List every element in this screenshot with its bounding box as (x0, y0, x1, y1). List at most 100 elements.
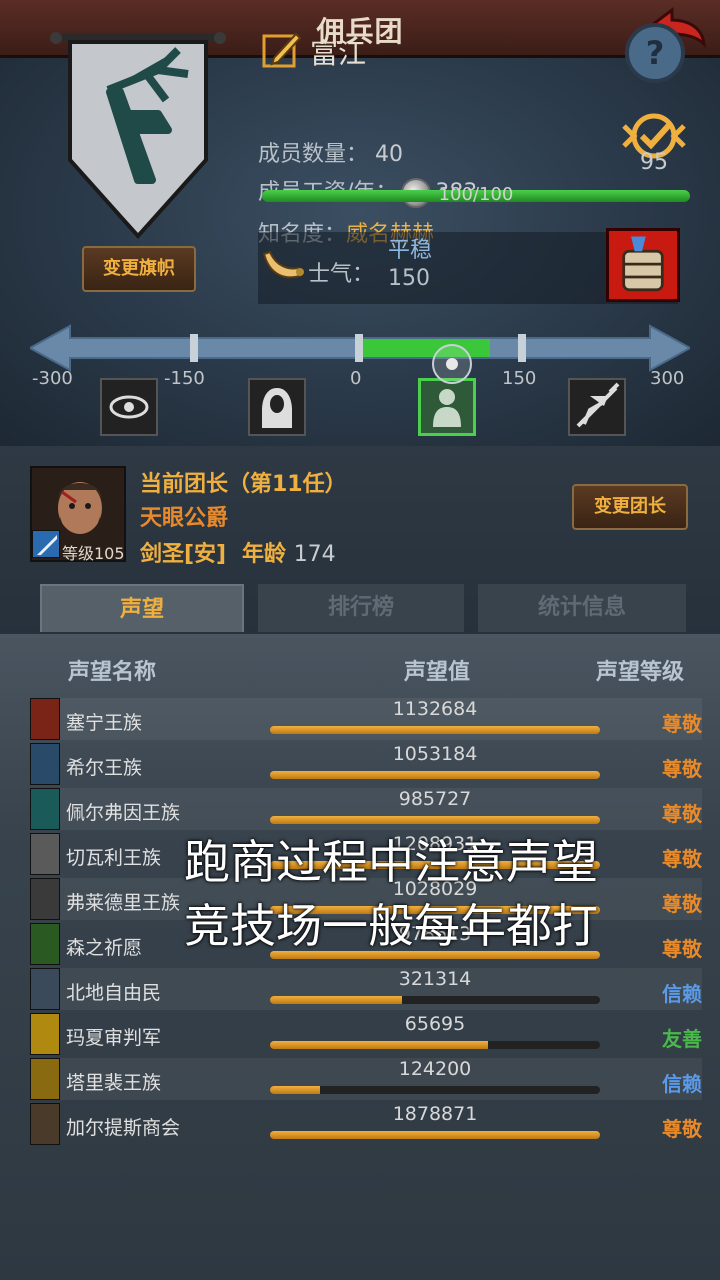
reputation-row[interactable]: 玛夏审判军 65695 友善 (30, 1013, 702, 1055)
reputation-progress-bar (270, 996, 600, 1004)
reputation-row[interactable]: 塔里裴王族 124200 信赖 (30, 1058, 702, 1100)
fame-progress-text: 100/100 (438, 184, 514, 205)
members-label: 成员数量： (258, 142, 369, 167)
reputation-row[interactable]: 塞宁王族 1132684 尊敬 (30, 698, 702, 740)
faction-name: 北地自由民 (66, 982, 162, 1004)
faction-name: 塔里裴王族 (66, 1072, 162, 1094)
morale-state: 平稳 (388, 238, 433, 263)
guild-banner-icon (50, 32, 226, 239)
faction-crest-icon (30, 878, 60, 920)
leader-role: 当前团长（第11任） (140, 472, 347, 497)
help-icon[interactable]: ? (624, 22, 686, 84)
guild-name: 富江 (310, 37, 367, 70)
faction-crest-icon (30, 968, 60, 1010)
column-header-name: 声望名称 (68, 660, 157, 685)
faction-name: 希尔王族 (66, 757, 143, 779)
reputation-progress-bar (270, 1041, 600, 1049)
sword-class-icon (32, 530, 60, 558)
overlay-caption-line1: 跑商过程中注意声望 (184, 835, 598, 889)
horn-icon (262, 250, 304, 279)
reputation-value: 124200 (398, 1058, 472, 1080)
reputation-progress-bar (270, 771, 600, 779)
column-header-level: 声望等级 (596, 660, 685, 685)
morale-slider-knob[interactable] (432, 344, 472, 384)
svg-text:?: ? (646, 34, 665, 72)
reputation-progress-fill (270, 1086, 320, 1094)
faction-crest-icon (30, 743, 60, 785)
faction-crest-icon (30, 788, 60, 830)
reputation-progress-bar (270, 1086, 600, 1094)
tab-reputation[interactable]: 声望 (40, 584, 244, 632)
column-header-value: 声望值 (404, 660, 471, 685)
reputation-value: 1132684 (392, 698, 478, 720)
members-stat: 成员数量： 40 (258, 136, 403, 168)
reputation-progress-bar (270, 726, 600, 734)
morale-tick-label: -300 (32, 368, 73, 389)
morale-tick-label: 300 (650, 368, 685, 389)
morale-label: 士气： (308, 262, 375, 287)
morale-eye-icon[interactable] (100, 378, 158, 436)
morale-tick-label: 0 (350, 368, 362, 389)
reputation-value: 1878871 (392, 1103, 478, 1125)
reputation-level: 信赖 (662, 1072, 702, 1096)
reputation-level: 尊敬 (662, 937, 702, 961)
supply-barrel-icon[interactable] (606, 228, 680, 302)
leader-age-value: 174 (293, 542, 336, 567)
leader-title: 天眼公爵 (140, 506, 229, 531)
faction-crest-icon (30, 833, 60, 875)
change-leader-button[interactable]: 变更团长 (572, 484, 688, 530)
reputation-value: 65695 (404, 1013, 466, 1035)
leader-age-label: 年龄 (242, 542, 287, 567)
morale-calm-icon[interactable] (418, 378, 476, 436)
reputation-level: 尊敬 (662, 802, 702, 826)
faction-crest-icon (30, 1013, 60, 1055)
reputation-row[interactable]: 佩尔弗因王族 985727 尊敬 (30, 788, 702, 830)
faction-crest-icon (30, 698, 60, 740)
edit-name-icon[interactable] (262, 30, 302, 68)
faction-name: 佩尔弗因王族 (66, 802, 181, 824)
overlay-caption-line2: 竞技场一般每年都打 (184, 899, 598, 953)
tab-ranking[interactable]: 排行榜 (258, 584, 464, 632)
faction-crest-icon (30, 1103, 60, 1145)
morale-tick-label: 150 (502, 368, 537, 389)
morale-battle-icon[interactable] (568, 378, 626, 436)
leader-age: 年龄 174 (242, 536, 336, 568)
faction-name: 加尔提斯商会 (66, 1117, 181, 1139)
leader-level: 等级105 (62, 544, 125, 563)
rank-number: 95 (640, 150, 668, 175)
reputation-level: 尊敬 (662, 712, 702, 736)
reputation-progress-fill (270, 1041, 488, 1049)
faction-name: 森之祈愿 (66, 937, 143, 959)
reputation-progress-fill (270, 996, 402, 1004)
reputation-value: 985727 (398, 788, 472, 810)
reputation-level: 尊敬 (662, 892, 702, 916)
faction-name: 玛夏审判军 (66, 1027, 162, 1049)
morale-value: 150 (388, 266, 430, 291)
faction-name: 塞宁王族 (66, 712, 143, 734)
reputation-level: 尊敬 (662, 1117, 702, 1141)
morale-hooded-icon[interactable] (248, 378, 306, 436)
reputation-row[interactable]: 加尔提斯商会 1878871 尊敬 (30, 1103, 702, 1145)
faction-crest-icon (30, 923, 60, 965)
reputation-progress-bar (270, 816, 600, 824)
reputation-progress-fill (270, 1131, 600, 1139)
reputation-value: 321314 (398, 968, 472, 990)
faction-name: 切瓦利王族 (66, 847, 162, 869)
reputation-progress-bar (270, 1131, 600, 1139)
reputation-level: 信赖 (662, 982, 702, 1006)
reputation-level: 尊敬 (662, 757, 702, 781)
faction-crest-icon (30, 1058, 60, 1100)
change-banner-button[interactable]: 变更旗帜 (82, 246, 196, 292)
reputation-progress-fill (270, 816, 600, 824)
leader-class: 剑圣[安] (140, 542, 227, 567)
reputation-level: 尊敬 (662, 847, 702, 871)
morale-tick-label: -150 (164, 368, 205, 389)
reputation-row[interactable]: 希尔王族 1053184 尊敬 (30, 743, 702, 785)
members-value: 40 (375, 142, 404, 167)
reputation-progress-fill (270, 771, 600, 779)
reputation-level: 友善 (662, 1027, 702, 1051)
faction-name: 弗莱德里王族 (66, 892, 181, 914)
reputation-value: 1053184 (392, 743, 478, 765)
tab-statistics[interactable]: 统计信息 (478, 584, 686, 632)
reputation-row[interactable]: 北地自由民 321314 信赖 (30, 968, 702, 1010)
